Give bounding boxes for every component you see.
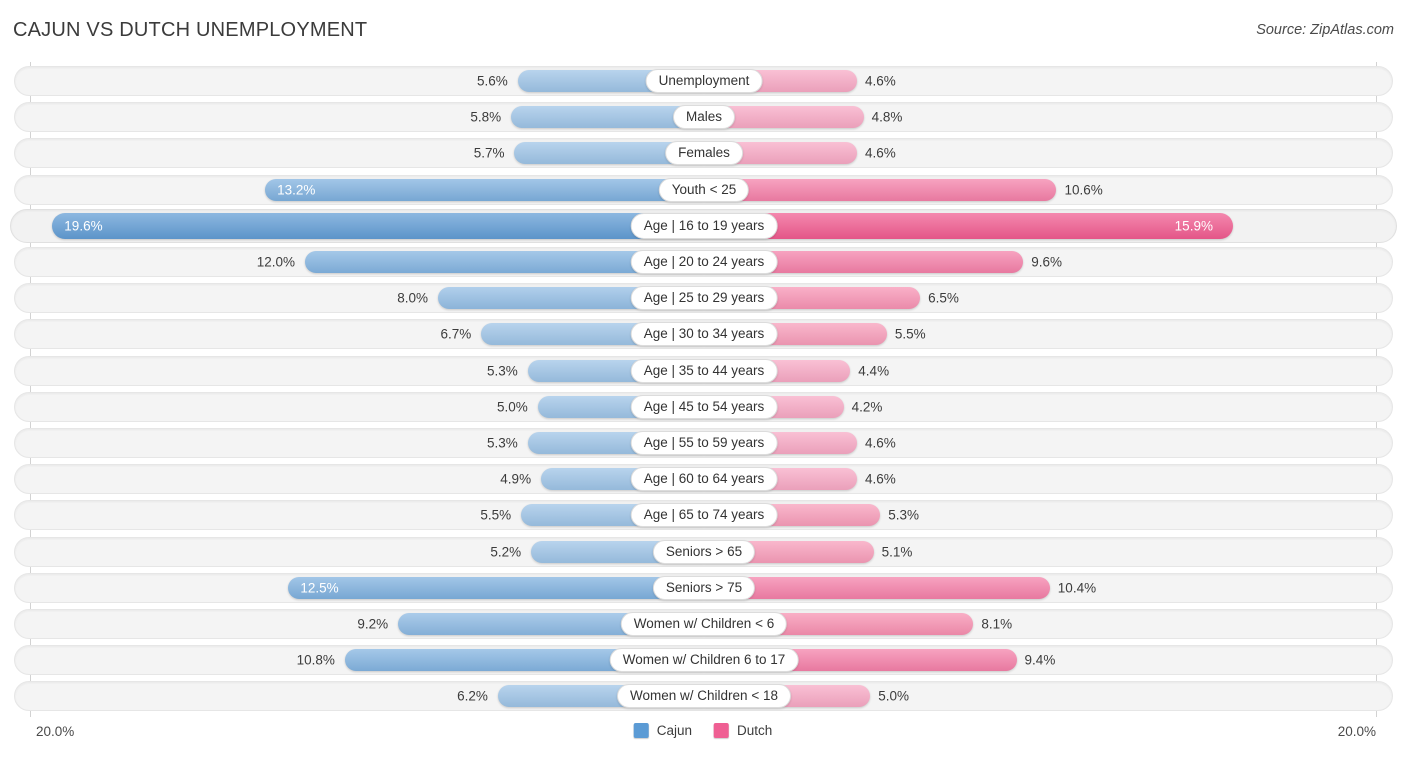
bar-cajun [265,178,704,201]
category-label: Youth < 25 [658,177,750,202]
value-label-cajun: 12.0% [256,254,295,270]
bar-row: 5.3% 4.4% Age | 35 to 44 years [14,355,1393,386]
value-label-dutch: 4.6% [864,73,896,89]
value-label-dutch: 9.4% [1024,652,1056,668]
category-label: Age | 55 to 59 years [630,431,778,455]
category-label: Age | 35 to 44 years [630,358,778,383]
value-label-dutch: 10.4% [1057,580,1097,596]
category-label: Age | 60 to 64 years [630,467,778,492]
category-label: Seniors > 75 [652,575,756,600]
bar-cajun [52,212,704,239]
legend-item[interactable]: Dutch [714,723,772,738]
bar-row: 6.2% 5.0% Women w/ Children < 18 [14,681,1393,712]
value-label-dutch: 5.5% [894,326,926,342]
bar-row: 13.2% 10.6% Youth < 25 [14,174,1393,205]
value-label-cajun: 5.3% [487,435,518,451]
bar-cajun [288,576,704,599]
bar-row: 5.8% 4.8% Males [14,102,1393,133]
value-label-dutch: 4.2% [851,399,883,415]
value-label-dutch: 6.5% [928,290,959,306]
bar-row: 5.0% 4.2% Age | 45 to 54 years [14,391,1393,422]
value-label-dutch: 9.6% [1031,254,1062,270]
value-label-dutch: 10.6% [1064,182,1103,198]
bar-row: 8.0% 6.5% Age | 25 to 29 years [14,283,1393,314]
value-label-cajun: 6.7% [440,326,472,342]
bar-row: 5.2% 5.1% Seniors > 65 [14,536,1393,567]
source-attribution: Source: ZipAtlas.com [1256,22,1394,38]
value-label-dutch: 5.0% [878,688,910,704]
diverging-bar-plot: 5.6% 4.6% Unemployment 5.8% 4.8% Males 5.7% 4.6… [0,62,1406,717]
value-label-dutch: 4.4% [858,363,890,379]
value-label-cajun: 4.9% [500,471,532,487]
bar-row: 12.0% 9.6% Age | 20 to 24 years [14,247,1393,277]
value-label-cajun: 5.0% [496,399,528,415]
category-label: Women w/ Children < 6 [620,612,788,636]
legend-label: Cajun [656,723,692,738]
category-label: Women w/ Children < 18 [617,684,791,709]
chart-legend: Cajun Dutch [633,723,772,738]
bar-dutch [704,178,1057,201]
chart-page: CAJUN VS DUTCH UNEMPLOYMENT Source: ZipA… [0,0,1406,757]
bar-dutch [704,212,1233,239]
legend-swatch-icon [633,723,649,738]
chart-footer: 20.0% 20.0% Cajun Dutch [0,717,1406,757]
value-label-dutch: 4.8% [871,109,903,125]
bar-row: 5.5% 5.3% Age | 65 to 74 years [14,500,1393,531]
value-label-cajun: 9.2% [357,616,389,632]
legend-swatch-icon [714,723,729,738]
value-label-cajun: 5.7% [473,145,505,161]
legend-label: Dutch [737,723,773,738]
value-label-dutch: 5.1% [881,544,913,560]
value-label-dutch: 8.1% [981,616,1013,632]
value-label-cajun: 8.0% [397,290,428,306]
page-title: CAJUN VS DUTCH UNEMPLOYMENT [13,19,368,41]
bar-row: 5.7% 4.6% Females [14,138,1393,169]
category-label: Females [665,141,743,166]
value-label-cajun: 6.2% [457,688,488,704]
chart-header: CAJUN VS DUTCH UNEMPLOYMENT Source: ZipA… [0,0,1406,62]
category-label: Age | 25 to 29 years [630,286,778,311]
value-label-dutch: 4.6% [864,145,896,161]
value-label-cajun: 10.8% [296,652,335,668]
value-label-cajun: 5.2% [490,544,522,560]
category-label: Age | 20 to 24 years [630,250,778,274]
value-label-dutch: 15.9% [1174,218,1213,234]
category-label: Age | 30 to 34 years [630,322,778,347]
bar-row: 6.7% 5.5% Age | 30 to 34 years [14,319,1393,350]
bar-row: 5.3% 4.6% Age | 55 to 59 years [14,428,1393,458]
category-label: Age | 45 to 54 years [630,394,778,419]
axis-tick-right: 20.0% [1337,724,1376,739]
bar-row: 4.9% 4.6% Age | 60 to 64 years [14,464,1393,495]
value-label-cajun: 12.5% [300,580,339,596]
bar-row: 12.5% 10.4% Seniors > 75 [14,572,1393,603]
bar-row: 9.2% 8.1% Women w/ Children < 6 [14,609,1393,639]
value-label-cajun: 5.5% [480,507,512,523]
value-label-cajun: 5.8% [470,109,502,125]
value-label-dutch: 5.3% [888,507,919,523]
category-label: Women w/ Children 6 to 17 [609,648,799,673]
category-label: Unemployment [645,69,763,93]
category-label: Age | 16 to 19 years [630,212,778,239]
bar-row: 10.8% 9.4% Women w/ Children 6 to 17 [14,645,1393,676]
legend-item[interactable]: Cajun [633,723,692,738]
category-label: Males [672,105,736,130]
bar-row: 19.6% 15.9% Age | 16 to 19 years [10,208,1397,243]
value-label-cajun: 19.6% [64,218,103,234]
value-label-dutch: 4.6% [864,435,896,451]
value-label-dutch: 4.6% [864,471,896,487]
value-label-cajun: 5.3% [487,363,518,379]
value-label-cajun: 13.2% [277,182,316,198]
category-label: Seniors > 65 [652,539,756,564]
bar-row: 5.6% 4.6% Unemployment [14,66,1393,96]
bar-dutch [704,576,1050,599]
category-label: Age | 65 to 74 years [630,503,778,528]
axis-tick-left: 20.0% [36,724,75,739]
value-label-cajun: 5.6% [477,73,508,89]
